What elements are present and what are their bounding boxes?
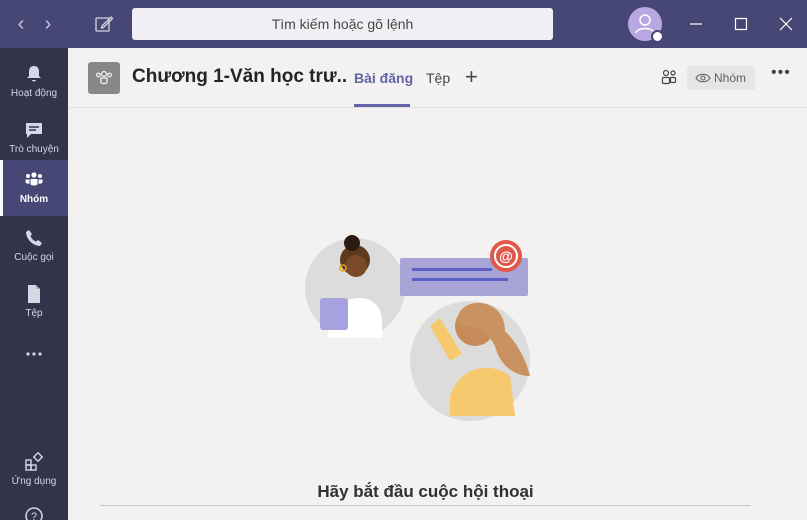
svg-text:?: ? — [31, 511, 37, 520]
conversation-illustration: @ — [305, 235, 530, 421]
close-icon[interactable] — [776, 14, 796, 34]
rail-label: Cuộc gọi — [14, 252, 54, 263]
rail-item-chat[interactable]: Trò chuyện — [0, 110, 68, 166]
phone-icon — [26, 230, 42, 246]
app-rail: Hoạt động Trò chuyện Nhóm Cuộc gọi Tệp Ứ… — [0, 48, 68, 520]
channel-header: Chương 1-Văn học trư... Bài đăng Tệp + N… — [68, 48, 807, 108]
team-members-icon[interactable] — [660, 68, 678, 86]
chevron-left-icon[interactable]: ‹ — [10, 12, 32, 36]
team-button-label: Nhóm — [714, 71, 747, 85]
tab-posts[interactable]: Bài đăng — [354, 70, 413, 86]
rail-label: Ứng dụng — [11, 476, 57, 487]
apps-icon — [25, 452, 44, 471]
team-view-button[interactable]: Nhóm — [687, 66, 755, 90]
rail-label: Tệp — [25, 308, 43, 319]
search-input[interactable]: Tìm kiếm hoặc gõ lệnh — [132, 8, 553, 40]
teams-icon — [25, 172, 43, 186]
rail-label: Trò chuyện — [9, 144, 59, 155]
page-title: Chương 1-Văn học trư... — [132, 66, 347, 87]
rail-label: Hoạt động — [10, 88, 58, 99]
rail-item-files[interactable]: Tệp — [0, 274, 68, 330]
more-icon — [26, 352, 42, 356]
file-icon — [28, 285, 40, 303]
divider — [100, 505, 751, 506]
active-tab-indicator — [354, 104, 410, 107]
bell-icon — [27, 66, 41, 82]
maximize-icon[interactable] — [731, 14, 751, 34]
rail-label: Nhóm — [19, 194, 49, 205]
add-tab-button[interactable]: + — [465, 64, 478, 90]
teams-icon — [96, 71, 112, 85]
posts-area: @ Hãy bắt đầu cuộc hội thoại — [68, 108, 807, 520]
rail-item-more[interactable] — [0, 334, 68, 374]
rail-item-calls[interactable]: Cuộc gọi — [0, 218, 68, 274]
more-options-button[interactable]: ••• — [771, 64, 791, 82]
avatar[interactable] — [628, 7, 664, 43]
team-avatar[interactable] — [88, 62, 120, 94]
eye-icon — [695, 73, 711, 83]
rail-item-teams[interactable]: Nhóm — [0, 160, 68, 216]
minimize-icon[interactable] — [686, 14, 706, 34]
svg-text:@: @ — [499, 248, 513, 264]
rail-item-help[interactable]: ? — [0, 498, 68, 520]
tab-files[interactable]: Tệp — [426, 70, 450, 86]
rail-item-activity[interactable]: Hoạt động — [0, 54, 68, 110]
chat-icon — [26, 123, 42, 138]
status-badge — [651, 30, 664, 43]
compose-icon[interactable] — [94, 14, 114, 34]
help-icon: ? — [25, 507, 43, 520]
chevron-right-icon[interactable]: › — [37, 12, 59, 36]
empty-state-title: Hãy bắt đầu cuộc hội thoại — [317, 482, 534, 501]
rail-item-apps[interactable]: Ứng dụng — [0, 442, 68, 498]
title-bar: ‹ › Tìm kiếm hoặc gõ lệnh — [0, 0, 807, 48]
